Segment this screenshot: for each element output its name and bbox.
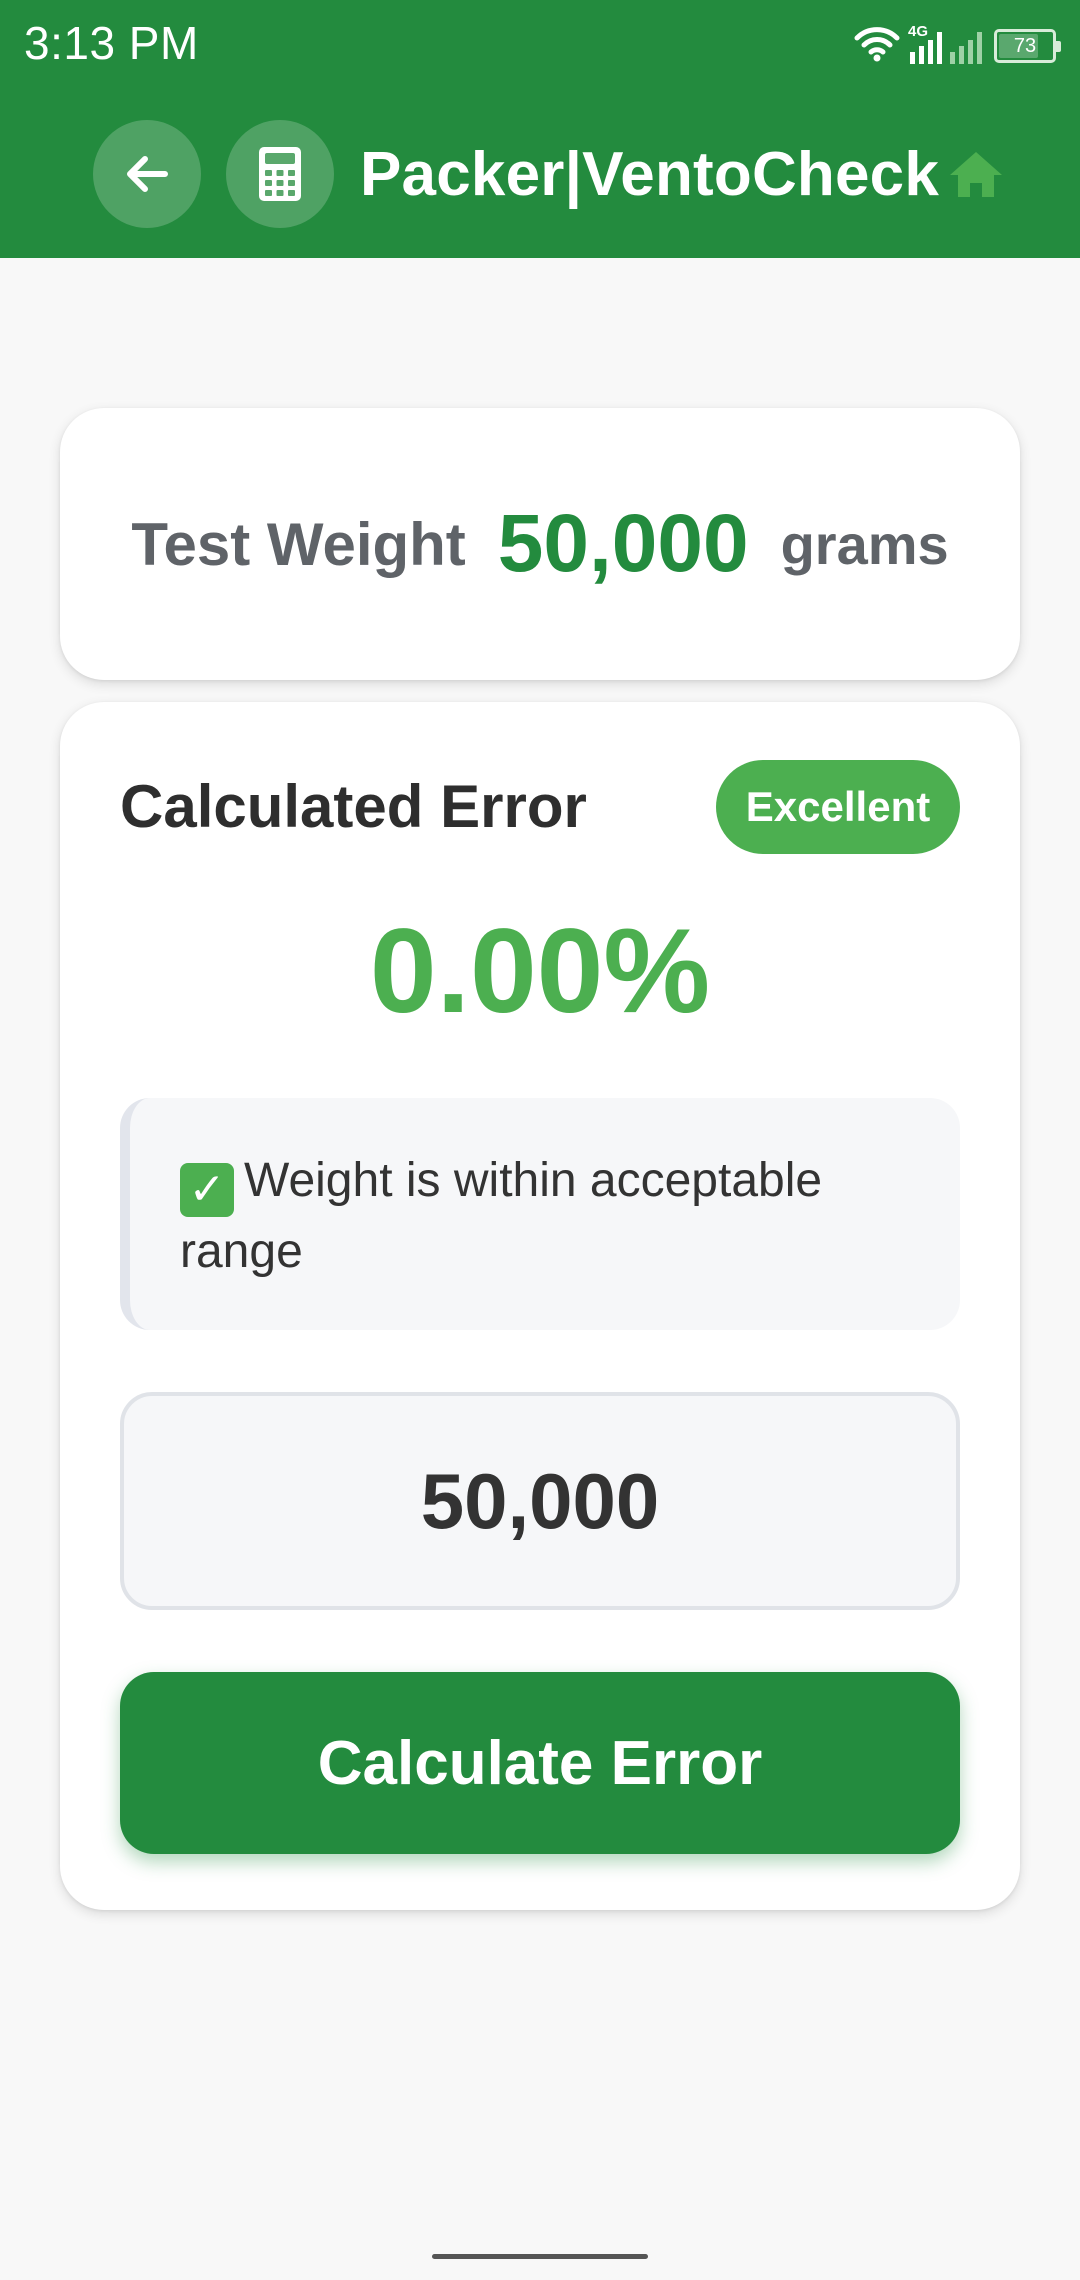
signal-icon: 4G	[908, 22, 986, 71]
battery-icon: 73	[994, 29, 1061, 63]
status-time: 3:13 PM	[24, 17, 199, 69]
weight-input[interactable]	[120, 1392, 960, 1610]
home-button[interactable]	[947, 149, 1005, 199]
calculator-button[interactable]	[226, 120, 334, 228]
arrow-left-icon	[127, 156, 168, 192]
nav-row: Packer|VentoCheck	[93, 120, 1005, 228]
status-badge: Excellent	[716, 760, 960, 854]
test-weight-value: 50,000	[497, 498, 749, 589]
app-header: 3:13 PM 4G 73 Packer|VentoCheck	[0, 0, 1080, 258]
status-message-box: ✓ Weight is within acceptable range	[120, 1098, 960, 1330]
test-weight-unit: grams	[780, 512, 949, 576]
home-icon	[950, 152, 1003, 197]
check-mark-icon: ✓	[180, 1163, 234, 1217]
test-weight-card: Test Weight 50,000 grams	[60, 408, 1020, 680]
error-percentage: 0.00%	[369, 904, 711, 1038]
calculated-error-card: Calculated Error Excellent 0.00% ✓ Weight…	[60, 702, 1020, 1910]
app-title: Packer|VentoCheck	[360, 139, 940, 209]
test-weight-label: Test Weight	[131, 510, 466, 578]
calculated-error-heading: Calculated Error	[120, 773, 587, 840]
calculator-icon	[259, 147, 301, 201]
wifi-icon	[854, 26, 900, 67]
gesture-bar[interactable]	[432, 2254, 648, 2259]
calculate-error-button[interactable]: Calculate Error	[120, 1672, 960, 1854]
status-message: Weight is within acceptable range	[180, 1154, 823, 1278]
status-icons: 4G 73	[854, 22, 1061, 71]
back-button[interactable]	[93, 120, 201, 228]
network-type-label: 4G	[908, 23, 928, 40]
battery-level: 73	[1013, 34, 1037, 57]
